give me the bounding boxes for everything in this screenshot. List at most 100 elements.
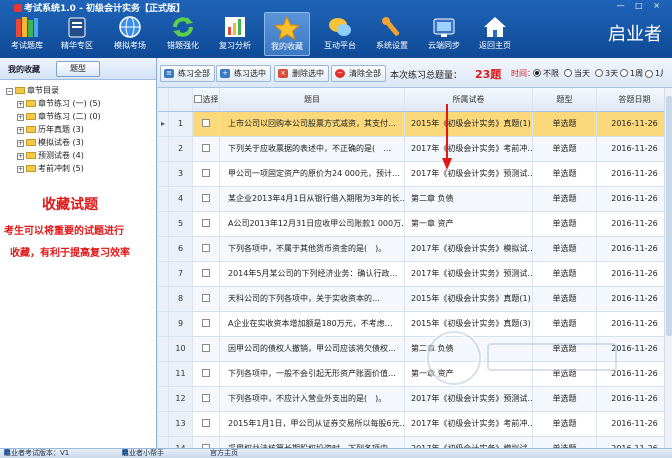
checkbox[interactable]: [202, 169, 210, 177]
toolbar-item-question-bank[interactable]: 考试题库: [4, 12, 50, 56]
row-select[interactable]: [193, 362, 220, 386]
table-row[interactable]: 3 甲公司一项固定资产的原价为24 000元，预计… 2017年《初级会计实务》预测…: [158, 162, 672, 187]
expand-icon[interactable]: +: [17, 166, 24, 173]
time-radio-today[interactable]: 当天: [564, 68, 590, 79]
toolbar-item-my-favorites[interactable]: 我的收藏: [264, 12, 310, 56]
time-radio-3days[interactable]: 3天: [595, 68, 618, 79]
type-header[interactable]: 题型: [533, 88, 597, 111]
vertical-scrollbar[interactable]: [664, 88, 672, 448]
button-label: 清除全部: [349, 69, 381, 78]
row-select[interactable]: [193, 287, 220, 311]
toolbar-item-mock-exam[interactable]: 模拟考场: [107, 12, 153, 56]
question-cell[interactable]: 甲公司一项固定资产的原价为24 000元，预计…: [220, 162, 405, 186]
question-cell[interactable]: 某企业2013年4月1日从银行借入期限为3年的长…: [220, 187, 405, 211]
expand-icon[interactable]: +: [17, 101, 24, 108]
question-cell[interactable]: 2014年5月某公司的下列经济业务：确认行政…: [220, 262, 405, 286]
checkbox[interactable]: [202, 119, 210, 127]
row-select[interactable]: [193, 137, 220, 161]
checkbox[interactable]: [202, 144, 210, 152]
row-select[interactable]: [193, 162, 220, 186]
checkbox[interactable]: [202, 219, 210, 227]
sync-icon: [431, 15, 457, 39]
time-radio-1month[interactable]: 1月: [645, 68, 663, 79]
tree-item[interactable]: + 章节练习 (一) (5): [6, 97, 152, 110]
row-select[interactable]: [193, 387, 220, 411]
question-cell[interactable]: 下列各项中，一般不会引起无形资产账面价值…: [220, 362, 405, 386]
table-row[interactable]: 2 下列关于应收票据的表述中，不正确的是( … 2017年《初级会计实务》考前冲… 单…: [158, 137, 672, 162]
checkbox[interactable]: [202, 319, 210, 327]
checkbox[interactable]: [202, 344, 210, 352]
row-select[interactable]: [193, 212, 220, 236]
checkbox[interactable]: [202, 244, 210, 252]
toolbar-item-interaction[interactable]: 互动平台: [317, 12, 363, 56]
table-row[interactable]: ▸ 1 上市公司以回购本公司股票方式减资，其支付… 2015年《初级会计实务》真题(1…: [158, 112, 672, 137]
toolbar-item-settings[interactable]: 系统设置: [369, 12, 415, 56]
time-radio-unlimited[interactable]: 不限: [533, 68, 559, 79]
bar-chart-icon: [222, 15, 248, 39]
paper-header[interactable]: 所属试卷: [405, 88, 533, 111]
folder-icon: [26, 126, 36, 133]
table-row[interactable]: 8 天科公司的下列各项中，关于实收资本的… 2015年《初级会计实务》真题(1) 单选…: [158, 287, 672, 312]
toolbar-item-home[interactable]: 返回主页: [472, 12, 518, 56]
tree-item[interactable]: + 考前冲刺 (5): [6, 162, 152, 175]
question-type-button[interactable]: 题型: [56, 61, 100, 77]
question-cell[interactable]: A公司2013年12月31日应收甲公司账款1 000万…: [220, 212, 405, 236]
button-label: 删除选中: [292, 69, 324, 78]
checkbox[interactable]: [202, 419, 210, 427]
row-select[interactable]: [193, 262, 220, 286]
row-select[interactable]: [193, 112, 220, 136]
tree-item[interactable]: + 预测试卷 (4): [6, 149, 152, 162]
tree-item[interactable]: + 模拟试卷 (3): [6, 136, 152, 149]
toolbar-item-cloud-sync[interactable]: 云端同步: [421, 12, 467, 56]
collapse-icon[interactable]: −: [6, 88, 13, 95]
question-cell[interactable]: A企业在实收资本增加额是180万元，不考虑…: [220, 312, 405, 336]
radio-label: 1月: [655, 69, 663, 78]
select-header[interactable]: 选择: [193, 88, 220, 111]
scrollbar-thumb[interactable]: [666, 96, 672, 336]
toolbar-item-essence-zone[interactable]: 精华专区: [54, 12, 100, 56]
expand-icon[interactable]: +: [17, 114, 24, 121]
table-row[interactable]: 6 下列各项中，不属于其他货币资金的是( )。 2017年《初级会计实务》模拟试… 单…: [158, 237, 672, 262]
question-cell[interactable]: 2015年1月1日，甲公司从证券交易所以每股6元…: [220, 412, 405, 436]
row-select[interactable]: [193, 337, 220, 361]
list-icon: ≡: [164, 69, 174, 78]
question-cell[interactable]: 下列各项中，不属于其他货币资金的是( )。: [220, 237, 405, 261]
checkbox[interactable]: [202, 194, 210, 202]
table-row[interactable]: 7 2014年5月某公司的下列经济业务：确认行政… 2017年《初级会计实务》预测试…: [158, 262, 672, 287]
table-row[interactable]: 4 某企业2013年4月1日从银行借入期限为3年的长… 第二章 负债 单选题 2016-…: [158, 187, 672, 212]
clear-all-button[interactable]: − 清除全部: [331, 65, 386, 82]
expand-icon[interactable]: +: [17, 140, 24, 147]
table-row[interactable]: 5 A公司2013年12月31日应收甲公司账款1 000万… 第一章 资产 单选题 20…: [158, 212, 672, 237]
question-cell[interactable]: 下列各项中，不应计入营业外支出的是( )。: [220, 387, 405, 411]
practice-selected-button[interactable]: + 练习选中: [216, 65, 271, 82]
practice-all-button[interactable]: ≡ 练习全部: [160, 65, 215, 82]
row-select[interactable]: [193, 312, 220, 336]
tree-item[interactable]: + 历年真题 (3): [6, 123, 152, 136]
date-cell: 2016-11-26: [611, 144, 658, 153]
question-header[interactable]: 题目: [220, 88, 405, 111]
row-select[interactable]: [193, 412, 220, 436]
table-row[interactable]: 13 2015年1月1日，甲公司从证券交易所以每股6元… 2017年《初级会计实务》…: [158, 412, 672, 437]
checkbox[interactable]: [193, 95, 202, 103]
date-header[interactable]: 答题日期: [597, 88, 672, 111]
window-controls[interactable]: — □ ×: [617, 1, 664, 10]
expand-icon[interactable]: +: [17, 153, 24, 160]
toolbar-item-review-analysis[interactable]: 复习分析: [212, 12, 258, 56]
tree-root[interactable]: − 章节目录: [6, 84, 152, 97]
row-select[interactable]: [193, 237, 220, 261]
tree-item[interactable]: + 章节练习 (二) (0): [6, 110, 152, 123]
time-radio-1week[interactable]: 1周: [620, 68, 643, 79]
question-cell[interactable]: 因甲公司的债权人撤销，甲公司应该将欠债权…: [220, 337, 405, 361]
checkbox[interactable]: [202, 394, 210, 402]
toolbar-item-error-drill[interactable]: 错题强化: [160, 12, 206, 56]
delete-selected-button[interactable]: × 删除选中: [274, 65, 329, 82]
row-select[interactable]: [193, 187, 220, 211]
expand-icon[interactable]: +: [17, 127, 24, 134]
checkbox[interactable]: [202, 369, 210, 377]
watermark-logo: [425, 329, 617, 387]
question-cell[interactable]: 下列关于应收票据的表述中，不正确的是( …: [220, 137, 405, 161]
checkbox[interactable]: [202, 294, 210, 302]
checkbox[interactable]: [202, 269, 210, 277]
question-cell[interactable]: 上市公司以回购本公司股票方式减资，其支付…: [220, 112, 405, 136]
question-cell[interactable]: 天科公司的下列各项中，关于实收资本的…: [220, 287, 405, 311]
